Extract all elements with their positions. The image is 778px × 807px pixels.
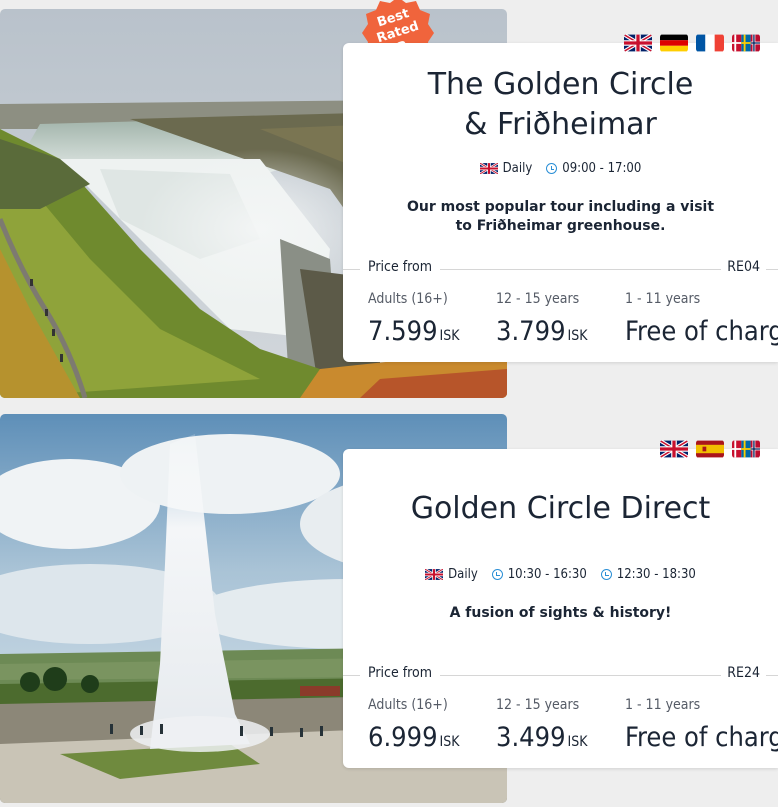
price-children: Free of charge <box>625 722 778 753</box>
clock-icon <box>546 163 558 174</box>
flag-uk-icon <box>660 440 688 458</box>
clock-icon <box>600 569 612 580</box>
flag-de-icon <box>660 34 688 52</box>
tour-info-card: The Golden Circle & Friðheimar Daily 09:… <box>343 43 778 362</box>
tour-title[interactable]: The Golden Circle & Friðheimar <box>343 65 778 145</box>
tour-description: A fusion of sights & history! <box>449 605 672 621</box>
price-children: Free of charge <box>625 316 778 347</box>
price-adults: 6.999 ISK <box>368 722 460 753</box>
flag-es-icon <box>696 440 724 458</box>
flag-nordic-icon <box>732 34 760 52</box>
age-label-adults: Adults (16+) <box>368 291 448 307</box>
age-label-children: 1 - 11 years <box>625 291 701 307</box>
tour-title[interactable]: Golden Circle Direct <box>343 489 778 529</box>
price-adults: 7.599 ISK <box>368 316 460 347</box>
clock-icon <box>491 569 503 580</box>
tour-schedule: Daily 10:30 - 16:30 12:30 - 18:30 <box>343 567 778 582</box>
price-teens: 3.799 ISK <box>496 316 588 347</box>
language-flags <box>624 34 760 52</box>
price-header: Price from RE04 <box>343 259 778 279</box>
age-label-teens: 12 - 15 years <box>496 697 580 713</box>
flag-uk-icon <box>425 569 443 580</box>
language-flags <box>660 440 760 458</box>
flag-uk-icon <box>480 163 498 174</box>
price-header: Price from RE24 <box>343 665 778 685</box>
tour-description: Our most popular tour including a visit … <box>406 199 715 234</box>
tour-code: RE24 <box>721 665 766 681</box>
tour-code: RE04 <box>721 259 766 275</box>
tour-card-golden-circle-direct[interactable]: Golden Circle Direct Daily 10:30 - 16:30… <box>0 414 778 807</box>
age-label-adults: Adults (16+) <box>368 697 448 713</box>
tour-schedule: Daily 09:00 - 17:00 <box>343 161 778 176</box>
age-label-teens: 12 - 15 years <box>496 291 580 307</box>
tour-card-golden-circle-fridheimar[interactable]: Best Rated 3 The Golden Circle & Friðhei… <box>0 0 778 400</box>
flag-fr-icon <box>696 34 724 52</box>
age-label-children: 1 - 11 years <box>625 697 701 713</box>
tour-info-card: Golden Circle Direct Daily 10:30 - 16:30… <box>343 449 778 768</box>
flag-uk-icon <box>624 34 652 52</box>
price-teens: 3.499 ISK <box>496 722 588 753</box>
flag-nordic-icon <box>732 440 760 458</box>
